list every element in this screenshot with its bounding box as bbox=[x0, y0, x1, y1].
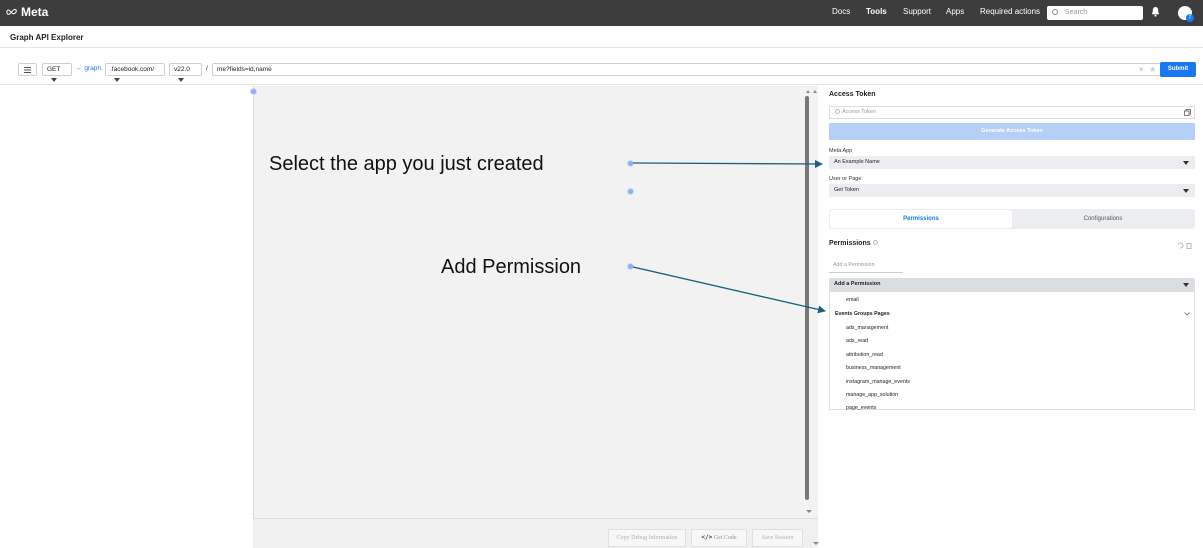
chevron-down-icon bbox=[1183, 189, 1189, 193]
user-or-page-value: Get Token bbox=[834, 187, 859, 193]
copy-icon[interactable] bbox=[1184, 109, 1191, 116]
annotation-arrows bbox=[632, 159, 826, 314]
permission-dropdown: email Events Groups Pages ads_management… bbox=[829, 291, 1195, 410]
access-token-input[interactable]: Access Token bbox=[829, 106, 1195, 119]
dropdown-group-label[interactable]: Events Groups Pages bbox=[835, 311, 890, 317]
meta-app-label: Meta App bbox=[829, 148, 853, 154]
dropdown-item[interactable]: manage_app_solution bbox=[846, 392, 898, 398]
user-or-page-select[interactable]: Get Token bbox=[829, 184, 1195, 197]
add-permission-select[interactable]: Add a Permission bbox=[829, 278, 1195, 291]
chevron-down-icon[interactable] bbox=[1184, 312, 1190, 316]
add-permission-input[interactable]: Add a Permission bbox=[829, 257, 903, 273]
dropdown-item[interactable]: instagram_manage_events bbox=[846, 379, 910, 385]
add-permission-placeholder: Add a Permission bbox=[833, 262, 875, 268]
dropdown-item[interactable]: ads_management bbox=[846, 325, 888, 331]
arrow-to-permissions bbox=[632, 266, 826, 314]
add-permission-select-value: Add a Permission bbox=[834, 281, 881, 287]
access-token-title: Access Token bbox=[829, 91, 876, 98]
info-icon bbox=[872, 240, 878, 245]
meta-app-value: An Example Name bbox=[834, 159, 880, 165]
tab-permissions[interactable]: Permissions bbox=[830, 210, 1012, 228]
permissions-title-text: Permissions bbox=[829, 240, 871, 247]
dropdown-item[interactable]: page_events bbox=[846, 405, 876, 410]
panel-tabs: Permissions Configurations bbox=[829, 209, 1195, 229]
user-or-page-label: User or Page bbox=[829, 176, 862, 182]
dropdown-item[interactable]: business_management bbox=[846, 365, 901, 371]
info-icon bbox=[835, 109, 840, 115]
arrow-to-meta-app bbox=[632, 159, 823, 168]
dropdown-item[interactable]: ads_read bbox=[846, 338, 868, 344]
dropdown-item-email[interactable]: email bbox=[846, 297, 859, 303]
permissions-title: Permissions bbox=[829, 240, 878, 247]
dropdown-item[interactable]: attribution_read bbox=[846, 352, 883, 358]
generate-token-button[interactable]: Generate Access Token bbox=[829, 123, 1195, 140]
meta-app-select[interactable]: An Example Name bbox=[829, 156, 1195, 169]
tab-configurations[interactable]: Configurations bbox=[1012, 210, 1194, 228]
chevron-down-icon bbox=[1183, 283, 1189, 287]
chevron-down-icon bbox=[1183, 161, 1189, 165]
access-token-placeholder: Access Token bbox=[842, 109, 876, 115]
undo-delete-icons[interactable] bbox=[1177, 242, 1193, 249]
